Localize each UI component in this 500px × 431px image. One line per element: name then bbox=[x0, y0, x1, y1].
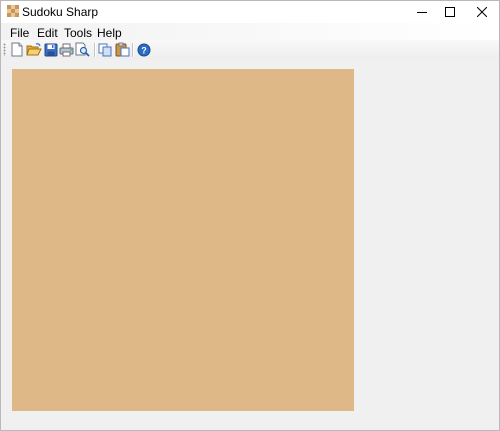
open-folder-icon bbox=[25, 42, 42, 55]
client-area bbox=[1, 59, 499, 430]
print-preview-button[interactable] bbox=[74, 41, 91, 58]
print-preview-icon bbox=[75, 42, 90, 57]
toolbar: ? bbox=[1, 40, 499, 59]
print-icon bbox=[59, 43, 74, 56]
open-button[interactable] bbox=[25, 41, 42, 58]
close-button[interactable] bbox=[465, 1, 499, 23]
minimize-icon bbox=[417, 12, 427, 13]
copy-icon bbox=[98, 43, 112, 56]
menu-edit[interactable]: Edit bbox=[34, 26, 61, 40]
menu-bar: File Edit Tools Help bbox=[1, 23, 499, 40]
toolbar-grip[interactable] bbox=[3, 43, 6, 56]
print-button[interactable] bbox=[58, 41, 75, 58]
save-button[interactable] bbox=[42, 41, 59, 58]
toolbar-separator bbox=[94, 43, 95, 57]
close-icon bbox=[477, 7, 487, 17]
help-icon: ? bbox=[137, 43, 150, 56]
title-bar[interactable]: Sudoku Sharp bbox=[1, 1, 499, 23]
maximize-button[interactable] bbox=[433, 1, 467, 23]
menu-file[interactable]: File bbox=[7, 26, 32, 40]
help-button[interactable]: ? bbox=[135, 41, 152, 58]
new-document-icon bbox=[11, 42, 22, 57]
save-icon bbox=[44, 43, 57, 56]
new-button[interactable] bbox=[8, 41, 25, 58]
copy-button[interactable] bbox=[97, 41, 114, 58]
paste-button[interactable] bbox=[114, 41, 131, 58]
maximize-icon bbox=[445, 7, 455, 17]
menu-tools[interactable]: Tools bbox=[61, 26, 95, 40]
svg-text:?: ? bbox=[141, 45, 147, 55]
sudoku-board[interactable] bbox=[12, 69, 354, 411]
toolbar-separator bbox=[132, 43, 133, 57]
app-window: Sudoku Sharp File Edit Tools Help ? bbox=[0, 0, 500, 431]
sudoku-app-icon bbox=[7, 5, 19, 17]
menu-help[interactable]: Help bbox=[94, 26, 125, 40]
window-title: Sudoku Sharp bbox=[22, 5, 99, 19]
paste-icon bbox=[115, 42, 130, 57]
